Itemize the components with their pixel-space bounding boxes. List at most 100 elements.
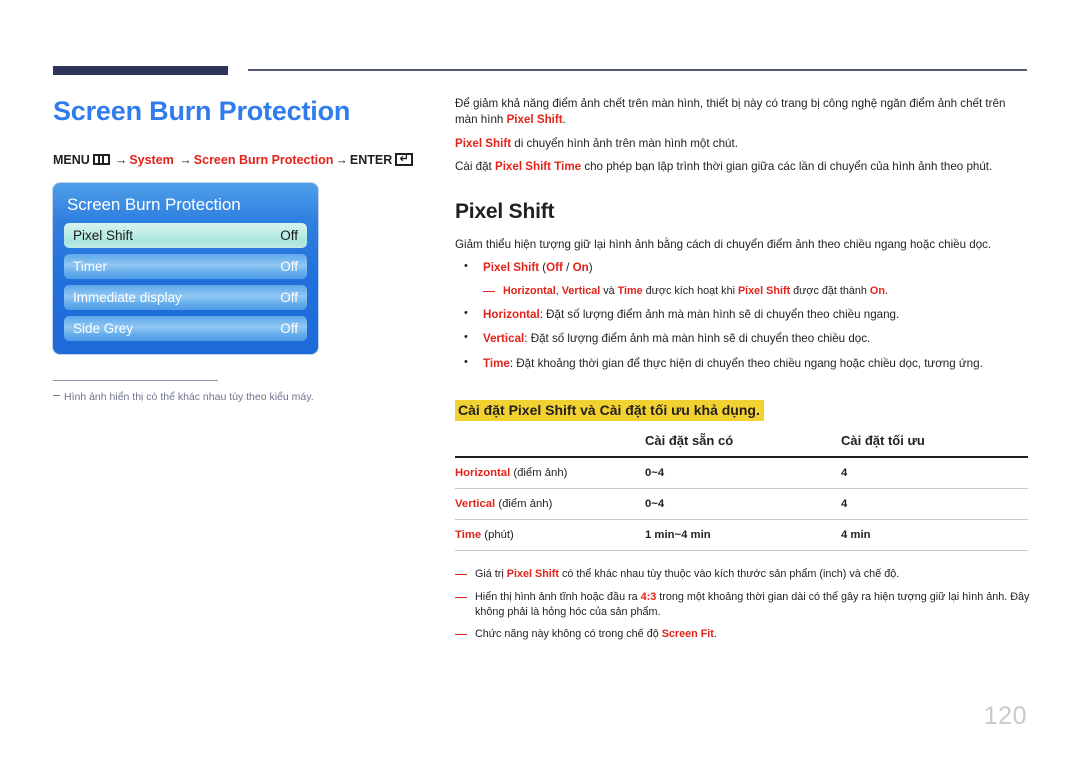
footnote-text-a: Giá trị [475,568,507,581]
osd-menu-panel: Screen Burn Protection Pixel Shift Off T… [53,182,318,354]
intro-p1-text-b: . [562,113,566,127]
table-cell-optimum: 4 min [841,529,871,542]
osd-row-label: Side Grey [73,320,134,336]
arrow-icon-1: → [114,153,128,168]
table-header-row: Cài đặt sẵn có Cài đặt tối ưu [455,429,1028,458]
table-row: Horizontal (điểm ảnh) 0~4 4 [455,457,1028,489]
osd-row-timer[interactable]: Timer Off [64,253,307,279]
footnote-item: Giá trị Pixel Shift có thể khác nhau tùy… [455,567,1030,582]
menu-bars-icon [92,154,110,166]
bullet-option-sep: / [562,261,573,275]
table-cell-optimum: 4 [841,498,848,511]
footnote-item: Chức năng này không có trong chế độ Scre… [455,627,1030,642]
intro-p3-term: Pixel Shift Time [494,160,582,174]
table-label-unit: (điểm ảnh) [510,467,568,480]
osd-row-label: Timer [73,258,107,274]
osd-row-label: Immediate display [73,289,182,305]
left-note: Hình ảnh hiển thị có thể khác nhau tùy t… [53,379,318,404]
arrow-icon-3: → [335,153,348,168]
breadcrumb-item-screen-burn-protection[interactable]: Screen Burn Protection [194,153,334,167]
enter-label: ENTER [349,153,393,168]
footnote-dash-icon [455,574,467,576]
subnote-text-3: được kích hoạt khi [642,284,738,297]
list-item-horizontal: Horizontal: Đặt số lượng điểm ảnh mà màn… [455,306,1030,323]
footnote-dash-icon [455,596,467,598]
footnote-text-a: Chức năng này không có trong chế độ [475,628,662,641]
pixel-shift-bullet-list: Pixel Shift (Off / On) Horizontal, Verti… [455,259,1030,372]
table-label-unit: (điểm ảnh) [495,498,553,511]
bullet-term: Pixel Shift [483,261,540,275]
osd-row-value: Off [280,258,298,274]
highlighted-subheading: Cài đặt Pixel Shift và Cài đặt tối ưu kh… [455,400,764,422]
section-description: Giảm thiểu hiện tượng giữ lại hình ảnh b… [455,237,992,251]
table-header-optimum: Cài đặt tối ưu [841,433,925,449]
bullet-text: : Đặt số lượng điểm ảnh mà màn hình sẽ d… [539,307,900,321]
intro-p3-text-a: Cài đặt [455,160,495,174]
table-cell-optimum: 4 [841,467,848,480]
note-divider [53,379,218,381]
bullet-term: Vertical [483,332,525,346]
osd-row-side-grey[interactable]: Side Grey Off [64,315,307,341]
table-label-term: Vertical [455,498,496,511]
header-rule-thick [53,66,228,75]
table-row: Time (phút) 1 min~4 min 4 min [455,520,1028,551]
table-header-available: Cài đặt sẵn có [645,433,734,449]
note-text: Hình ảnh hiển thị có thể khác nhau tùy t… [64,390,314,403]
footnote-term: 4:3 [640,590,657,603]
subnote-activation: Horizontal, Vertical và Time được kích h… [483,284,1030,299]
menu-label: MENU [53,153,90,168]
bullet-text-b: ) [588,261,593,275]
section-title-pixel-shift: Pixel Shift [455,199,555,223]
breadcrumb-item-system[interactable]: System [129,153,173,167]
intro-paragraph-3: Cài đặt Pixel Shift Time cho phép bạn lậ… [455,159,1030,175]
table-label-term: Time [455,529,482,542]
subnote-term-time: Time [617,284,643,297]
osd-row-value: Off [280,320,298,336]
bullet-text: : Đặt số lượng điểm ảnh mà màn hình sẽ d… [524,332,871,346]
subnote-term-on: On [869,284,885,297]
subnote-text-5: . [884,284,888,297]
page-title: Screen Burn Protection [53,96,351,126]
arrow-icon-2: → [179,153,192,168]
right-column: Để giảm khả năng điểm ảnh chết trên màn … [455,96,1030,650]
bullet-term: Horizontal [483,307,540,321]
footnote-list: Giá trị Pixel Shift có thể khác nhau tùy… [455,567,1030,642]
table-cell-label: Time (phút) [455,520,645,551]
subnote-term-horizontal: Horizontal [503,284,556,297]
osd-row-immediate-display[interactable]: Immediate display Off [64,284,307,310]
list-item-vertical: Vertical: Đặt số lượng điểm ảnh mà màn h… [455,330,1030,347]
bullet-term: Time [483,356,510,370]
table-cell-available: 0~4 [645,467,665,480]
intro-p1-term: Pixel Shift [506,113,563,127]
subnote-term-pixel-shift: Pixel Shift [737,284,791,297]
footnote-term: Pixel Shift [506,568,559,581]
osd-row-value: Off [280,227,298,243]
list-item-time: Time: Đặt khoảng thời gian để thực hiện … [455,355,1030,372]
table-cell-available: 1 min~4 min [645,529,711,542]
bullet-text: : Đặt khoảng thời gian để thực hiện di c… [509,356,983,370]
osd-row-value: Off [280,289,298,305]
osd-row-pixel-shift[interactable]: Pixel Shift Off [64,222,307,248]
footnote-text-b: có thể khác nhau tùy thuộc vào kích thướ… [559,568,900,581]
intro-paragraph-1: Để giảm khả năng điểm ảnh chết trên màn … [455,96,1030,129]
table-header-blank [455,429,645,457]
subnote-text-4: được đặt thành [790,284,870,297]
intro-p2-term: Pixel Shift [455,136,512,150]
table-row: Vertical (điểm ảnh) 0~4 4 [455,489,1028,520]
footnote-text-a: Hiển thị hình ảnh tĩnh hoặc đầu ra [475,590,641,603]
enter-key-icon: ↵ [395,153,414,167]
table-cell-label: Vertical (điểm ảnh) [455,489,645,520]
note-dash-icon [53,394,60,396]
bullet-option-on: On [572,261,589,275]
left-column: Screen Burn Protection MENU → System → Scre… [53,96,423,404]
intro-paragraph-2: Pixel Shift di chuyển hình ảnh trên màn … [455,136,1030,152]
subnote-text-2: và [600,284,618,297]
table-cell-available: 0~4 [645,498,665,511]
intro-p3-text-b: cho phép bạn lập trình thời gian giữa cá… [581,160,993,174]
table-label-term: Horizontal [455,467,511,480]
subnote-term-vertical: Vertical [561,284,601,297]
footnote-dash-icon [455,634,467,636]
footnote-item: Hiển thị hình ảnh tĩnh hoặc đầu ra 4:3 t… [455,590,1030,621]
subnote-dash-icon [483,290,495,292]
note-text-wrapper: Hình ảnh hiển thị có thể khác nhau tùy t… [53,390,318,404]
